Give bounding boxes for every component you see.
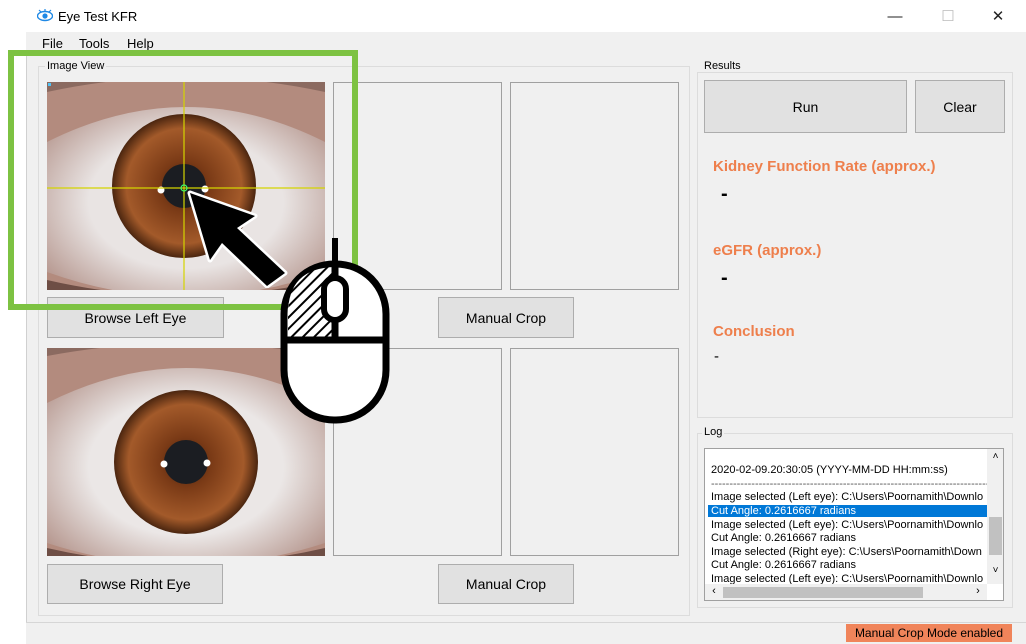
log-line[interactable]: Image selected (Left eye): C:\Users\Poor…	[711, 491, 983, 503]
log-line[interactable]: Cut Angle: 0.2616667 radians	[711, 532, 856, 544]
log-line[interactable]: Image selected (Left eye): C:\Users\Poor…	[711, 519, 983, 531]
kfr-label: Kidney Function Rate (approx.)	[713, 158, 936, 175]
menu-help[interactable]: Help	[127, 36, 154, 51]
status-message: Manual Crop Mode enabled	[846, 624, 1012, 642]
run-button[interactable]: Run	[704, 80, 907, 133]
minimize-button[interactable]: —	[880, 6, 910, 28]
close-button[interactable]: ✕	[983, 6, 1013, 28]
mouse-left-click-icon	[280, 238, 390, 424]
log-line[interactable]: Cut Angle: 0.2616667 radians	[711, 559, 856, 571]
results-label: Results	[702, 60, 743, 72]
maximize-button[interactable]: ☐	[933, 6, 963, 28]
menu-file[interactable]: File	[42, 36, 63, 51]
log-horizontal-scrollbar[interactable]: ‹ ›	[705, 584, 987, 600]
log-label: Log	[702, 426, 725, 438]
log-line[interactable]: ----------------------------------------…	[711, 478, 997, 490]
left-crop-panel-2	[510, 82, 679, 290]
scroll-left-icon[interactable]: ‹	[707, 585, 721, 599]
manual-crop-top-button[interactable]: Manual Crop	[438, 297, 574, 338]
clear-button[interactable]: Clear	[915, 80, 1005, 133]
log-listbox[interactable]: 2020-02-09.20:30:05 (YYYY-MM-DD HH:mm:ss…	[704, 448, 1004, 601]
egfr-label: eGFR (approx.)	[713, 242, 822, 259]
scroll-down-icon[interactable]: ˅	[987, 565, 1003, 579]
scroll-thumb[interactable]	[989, 517, 1002, 555]
eye-icon	[37, 9, 53, 22]
manual-crop-bottom-button[interactable]: Manual Crop	[438, 564, 574, 604]
h-scroll-thumb[interactable]	[723, 587, 923, 598]
log-line[interactable]: 2020-02-09.20:30:05 (YYYY-MM-DD HH:mm:ss…	[711, 464, 948, 476]
window-title: Eye Test KFR	[58, 9, 138, 24]
conclusion-value: -	[714, 348, 719, 365]
egfr-value: -	[721, 267, 728, 289]
right-crop-panel-2	[510, 348, 679, 556]
log-line[interactable]: Image selected (Right eye): C:\Users\Poo…	[711, 546, 982, 558]
kfr-value: -	[721, 183, 728, 205]
title-bar	[26, 0, 1026, 32]
log-vertical-scrollbar[interactable]: ˄ ˅	[987, 449, 1003, 584]
log-line-selected[interactable]: Cut Angle: 0.2616667 radians	[708, 505, 989, 517]
menu-tools[interactable]: Tools	[79, 36, 109, 51]
browse-right-eye-button[interactable]: Browse Right Eye	[47, 564, 223, 604]
conclusion-label: Conclusion	[713, 323, 795, 340]
scroll-up-icon[interactable]: ˄	[987, 451, 1003, 465]
scroll-right-icon[interactable]: ›	[971, 585, 985, 599]
